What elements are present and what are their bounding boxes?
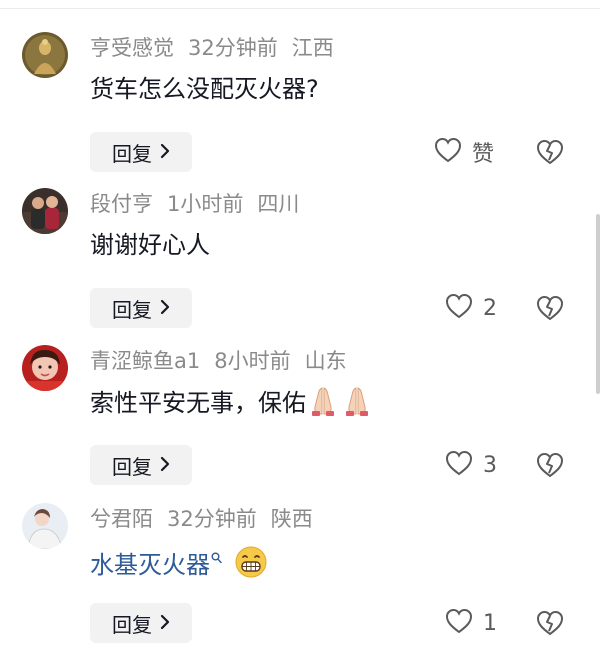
comment-text: 水基灭火器 [90, 543, 268, 588]
comment-time: 32分钟前 [188, 36, 278, 60]
avatar[interactable] [22, 345, 68, 391]
comment-meta: 亨受感觉 32分钟前 江西 [90, 34, 334, 62]
username[interactable]: 亨受感觉 [90, 36, 174, 60]
chevron-right-icon [160, 453, 170, 477]
comment-time: 8小时前 [214, 349, 291, 373]
like-count: 1 [483, 610, 497, 636]
comment-time: 1小时前 [167, 192, 244, 216]
comment-item: 青涩鲸鱼a1 8小时前 山东 索性平安无事，保佑 回复 3 [0, 345, 600, 501]
username[interactable]: 青涩鲸鱼a1 [90, 349, 200, 373]
reply-label: 回复 [112, 297, 152, 322]
comment-text: 货车怎么没配灭火器? [90, 72, 319, 106]
heart-outline-icon [445, 450, 473, 480]
reply-button[interactable]: 回复 [90, 288, 192, 328]
top-divider [0, 8, 600, 9]
like-count: 3 [483, 452, 497, 478]
broken-heart-icon[interactable] [536, 294, 564, 322]
like-button[interactable]: 1 [445, 607, 497, 639]
grinning-face-icon [234, 545, 268, 588]
comment-text: 谢谢好心人 [90, 228, 210, 262]
chevron-right-icon [160, 140, 170, 164]
broken-heart-icon[interactable] [536, 138, 564, 166]
heart-outline-icon [434, 137, 462, 167]
comment-meta: 青涩鲸鱼a1 8小时前 山东 [90, 347, 347, 375]
avatar[interactable] [22, 503, 68, 549]
reply-button[interactable]: 回复 [90, 603, 192, 643]
comment-location: 四川 [257, 192, 300, 216]
comment-time: 32分钟前 [167, 507, 257, 531]
comment-location: 江西 [291, 36, 334, 60]
avatar[interactable] [22, 188, 68, 234]
avatar[interactable] [22, 32, 68, 78]
chevron-right-icon [160, 296, 170, 320]
folded-hands-icon [340, 385, 374, 426]
comment-meta: 段付亨 1小时前 四川 [90, 190, 299, 218]
folded-hands-icon [306, 385, 340, 426]
comment-item: 段付亨 1小时前 四川 谢谢好心人 回复 2 [0, 188, 600, 344]
comment-location: 山东 [304, 349, 347, 373]
chevron-right-icon [160, 611, 170, 635]
like-button[interactable]: 2 [445, 292, 497, 324]
comment-text-body: 货车怎么没配灭火器? [90, 75, 319, 103]
search-icon[interactable] [211, 543, 222, 577]
comment-item: 兮君陌 32分钟前 陕西 水基灭火器 回复 1 [0, 503, 600, 659]
search-link[interactable]: 水基灭火器 [90, 551, 210, 579]
reply-button[interactable]: 回复 [90, 132, 192, 172]
reply-label: 回复 [112, 454, 152, 479]
reply-label: 回复 [112, 141, 152, 166]
comment-location: 陕西 [270, 507, 313, 531]
broken-heart-icon[interactable] [536, 609, 564, 637]
like-count: 2 [483, 295, 497, 321]
reply-label: 回复 [112, 612, 152, 637]
comment-text-body: 索性平安无事，保佑 [90, 389, 306, 417]
like-button[interactable]: 3 [445, 449, 497, 481]
username[interactable]: 段付亨 [90, 192, 153, 216]
comment-text: 索性平安无事，保佑 [90, 385, 374, 426]
like-count: 赞 [472, 142, 495, 167]
username[interactable]: 兮君陌 [90, 507, 153, 531]
broken-heart-icon[interactable] [536, 451, 564, 479]
heart-outline-icon [445, 608, 473, 638]
comment-item: 亨受感觉 32分钟前 江西 货车怎么没配灭火器? 回复 赞 [0, 32, 600, 188]
comment-meta: 兮君陌 32分钟前 陕西 [90, 505, 313, 533]
comment-text-body: 谢谢好心人 [90, 231, 210, 259]
heart-outline-icon [445, 293, 473, 323]
like-button[interactable]: 赞 [434, 136, 494, 168]
reply-button[interactable]: 回复 [90, 445, 192, 485]
